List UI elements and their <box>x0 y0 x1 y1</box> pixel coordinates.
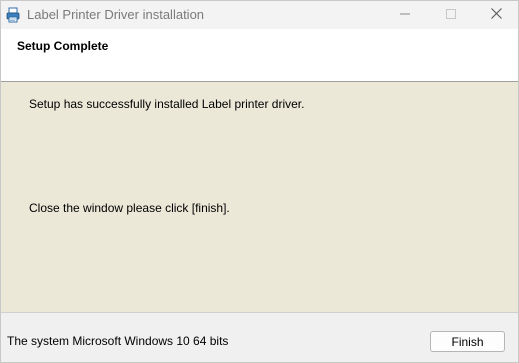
maximize-button[interactable] <box>428 1 474 29</box>
finish-button[interactable]: Finish <box>430 331 505 352</box>
page-title: Setup Complete <box>17 39 109 53</box>
title-bar[interactable]: Label Printer Driver installation <box>1 1 518 29</box>
success-message: Setup has successfully installed Label p… <box>29 97 305 111</box>
close-button[interactable] <box>473 1 518 29</box>
minimize-button[interactable] <box>382 1 428 29</box>
maximize-icon <box>446 6 456 24</box>
system-info-label: The system Microsoft Windows 10 64 bits <box>7 334 229 348</box>
installer-window: Label Printer Driver installation Setup … <box>0 0 519 363</box>
minimize-icon <box>400 6 410 24</box>
header-band: Setup Complete <box>1 29 518 82</box>
footer-bar: The system Microsoft Windows 10 64 bits … <box>1 312 518 362</box>
content-area: Setup has successfully installed Label p… <box>1 82 518 312</box>
window-title: Label Printer Driver installation <box>27 7 205 22</box>
printer-icon <box>6 7 20 23</box>
close-icon <box>490 6 502 24</box>
close-instruction: Close the window please click [finish]. <box>29 201 230 215</box>
